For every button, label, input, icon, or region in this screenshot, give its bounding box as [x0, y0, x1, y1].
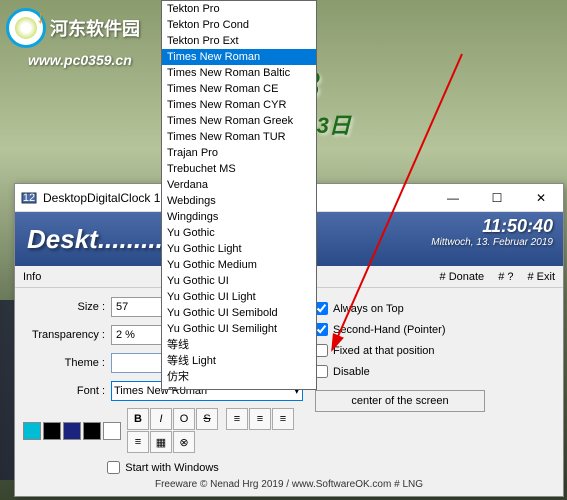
font-option[interactable]: Tekton Pro	[162, 1, 316, 17]
disable-label: Disable	[333, 366, 370, 378]
font-option[interactable]: 黑体	[162, 385, 316, 390]
font-option[interactable]: 等线	[162, 337, 316, 353]
color-swatch[interactable]	[43, 422, 61, 440]
font-option[interactable]: Trebuchet MS	[162, 161, 316, 177]
minimize-button[interactable]: —	[431, 184, 475, 211]
color-swatch[interactable]	[63, 422, 81, 440]
logo-circle: ↓	[6, 8, 46, 48]
font-dropdown[interactable]: Tekton ProTekton Pro CondTekton Pro ExtT…	[161, 0, 317, 390]
font-option[interactable]: Times New Roman Greek	[162, 113, 316, 129]
always-on-top-label: Always on Top	[333, 303, 404, 315]
font-option[interactable]: Tekton Pro Cond	[162, 17, 316, 33]
start-with-windows-checkbox[interactable]	[107, 461, 120, 474]
help-link[interactable]: # ?	[498, 271, 513, 283]
italic-button[interactable]: I	[150, 408, 172, 430]
font-option[interactable]: Yu Gothic UI Semibold	[162, 305, 316, 321]
font-option[interactable]: Yu Gothic UI	[162, 273, 316, 289]
close-button[interactable]: ✕	[519, 184, 563, 211]
font-option[interactable]: Yu Gothic UI Light	[162, 289, 316, 305]
font-option[interactable]: 仿宋	[162, 369, 316, 385]
donate-link[interactable]: # Donate	[440, 271, 485, 283]
font-option[interactable]: Times New Roman TUR	[162, 129, 316, 145]
color-swatch[interactable]	[83, 422, 101, 440]
exit-link[interactable]: # Exit	[527, 271, 555, 283]
info-link[interactable]: Info	[23, 271, 41, 283]
logo-text: 河东软件园	[50, 15, 140, 41]
watermark-logo: ↓ 河东软件园	[6, 8, 140, 48]
font-option[interactable]: Webdings	[162, 193, 316, 209]
app-icon: 12	[21, 190, 37, 206]
font-option[interactable]: Yu Gothic	[162, 225, 316, 241]
align-center-button[interactable]: ≡	[249, 408, 271, 430]
fixed-position-label: Fixed at that position	[333, 345, 435, 357]
font-option[interactable]: Yu Gothic Light	[162, 241, 316, 257]
second-hand-label: Second-Hand (Pointer)	[333, 324, 446, 336]
align-right-button[interactable]: ≡	[272, 408, 294, 430]
banner-time: 11:50:40	[431, 216, 553, 237]
color-swatch[interactable]	[103, 422, 121, 440]
footer-text: Freeware © Nenad Hrg 2019 / www.Software…	[15, 479, 563, 490]
font-option[interactable]: Yu Gothic Medium	[162, 257, 316, 273]
center-screen-button[interactable]: center of the screen	[315, 390, 485, 412]
clear-button[interactable]: ⊗	[173, 431, 195, 453]
align-left-button[interactable]: ≡	[226, 408, 248, 430]
theme-label: Theme :	[23, 357, 111, 369]
font-option[interactable]: Wingdings	[162, 209, 316, 225]
transparency-label: Transparency :	[23, 329, 111, 341]
font-option[interactable]: Times New Roman CE	[162, 81, 316, 97]
start-with-windows-label: Start with Windows	[125, 462, 219, 474]
font-option[interactable]: Verdana	[162, 177, 316, 193]
strike-button[interactable]: S	[196, 408, 218, 430]
svg-text:12: 12	[23, 192, 35, 204]
font-option[interactable]: Tekton Pro Ext	[162, 33, 316, 49]
font-option[interactable]: Trajan Pro	[162, 145, 316, 161]
maximize-button[interactable]: ☐	[475, 184, 519, 211]
font-option[interactable]: Times New Roman	[162, 49, 316, 65]
color-swatch[interactable]	[23, 422, 41, 440]
font-option[interactable]: Times New Roman CYR	[162, 97, 316, 113]
logo-url: www.pc0359.cn	[28, 52, 132, 68]
outline-button[interactable]: O	[173, 408, 195, 430]
font-option[interactable]: Times New Roman Baltic	[162, 65, 316, 81]
bold-button[interactable]: B	[127, 408, 149, 430]
font-option[interactable]: Yu Gothic UI Semilight	[162, 321, 316, 337]
banner-date: Mittwoch, 13. Februar 2019	[431, 237, 553, 248]
font-option[interactable]: 等线 Light	[162, 353, 316, 369]
layout-button[interactable]: ▦	[150, 431, 172, 453]
font-label: Font :	[23, 385, 111, 397]
align-justify-button[interactable]: ≡	[127, 431, 149, 453]
size-label: Size :	[23, 301, 111, 313]
color-swatches	[23, 422, 121, 440]
